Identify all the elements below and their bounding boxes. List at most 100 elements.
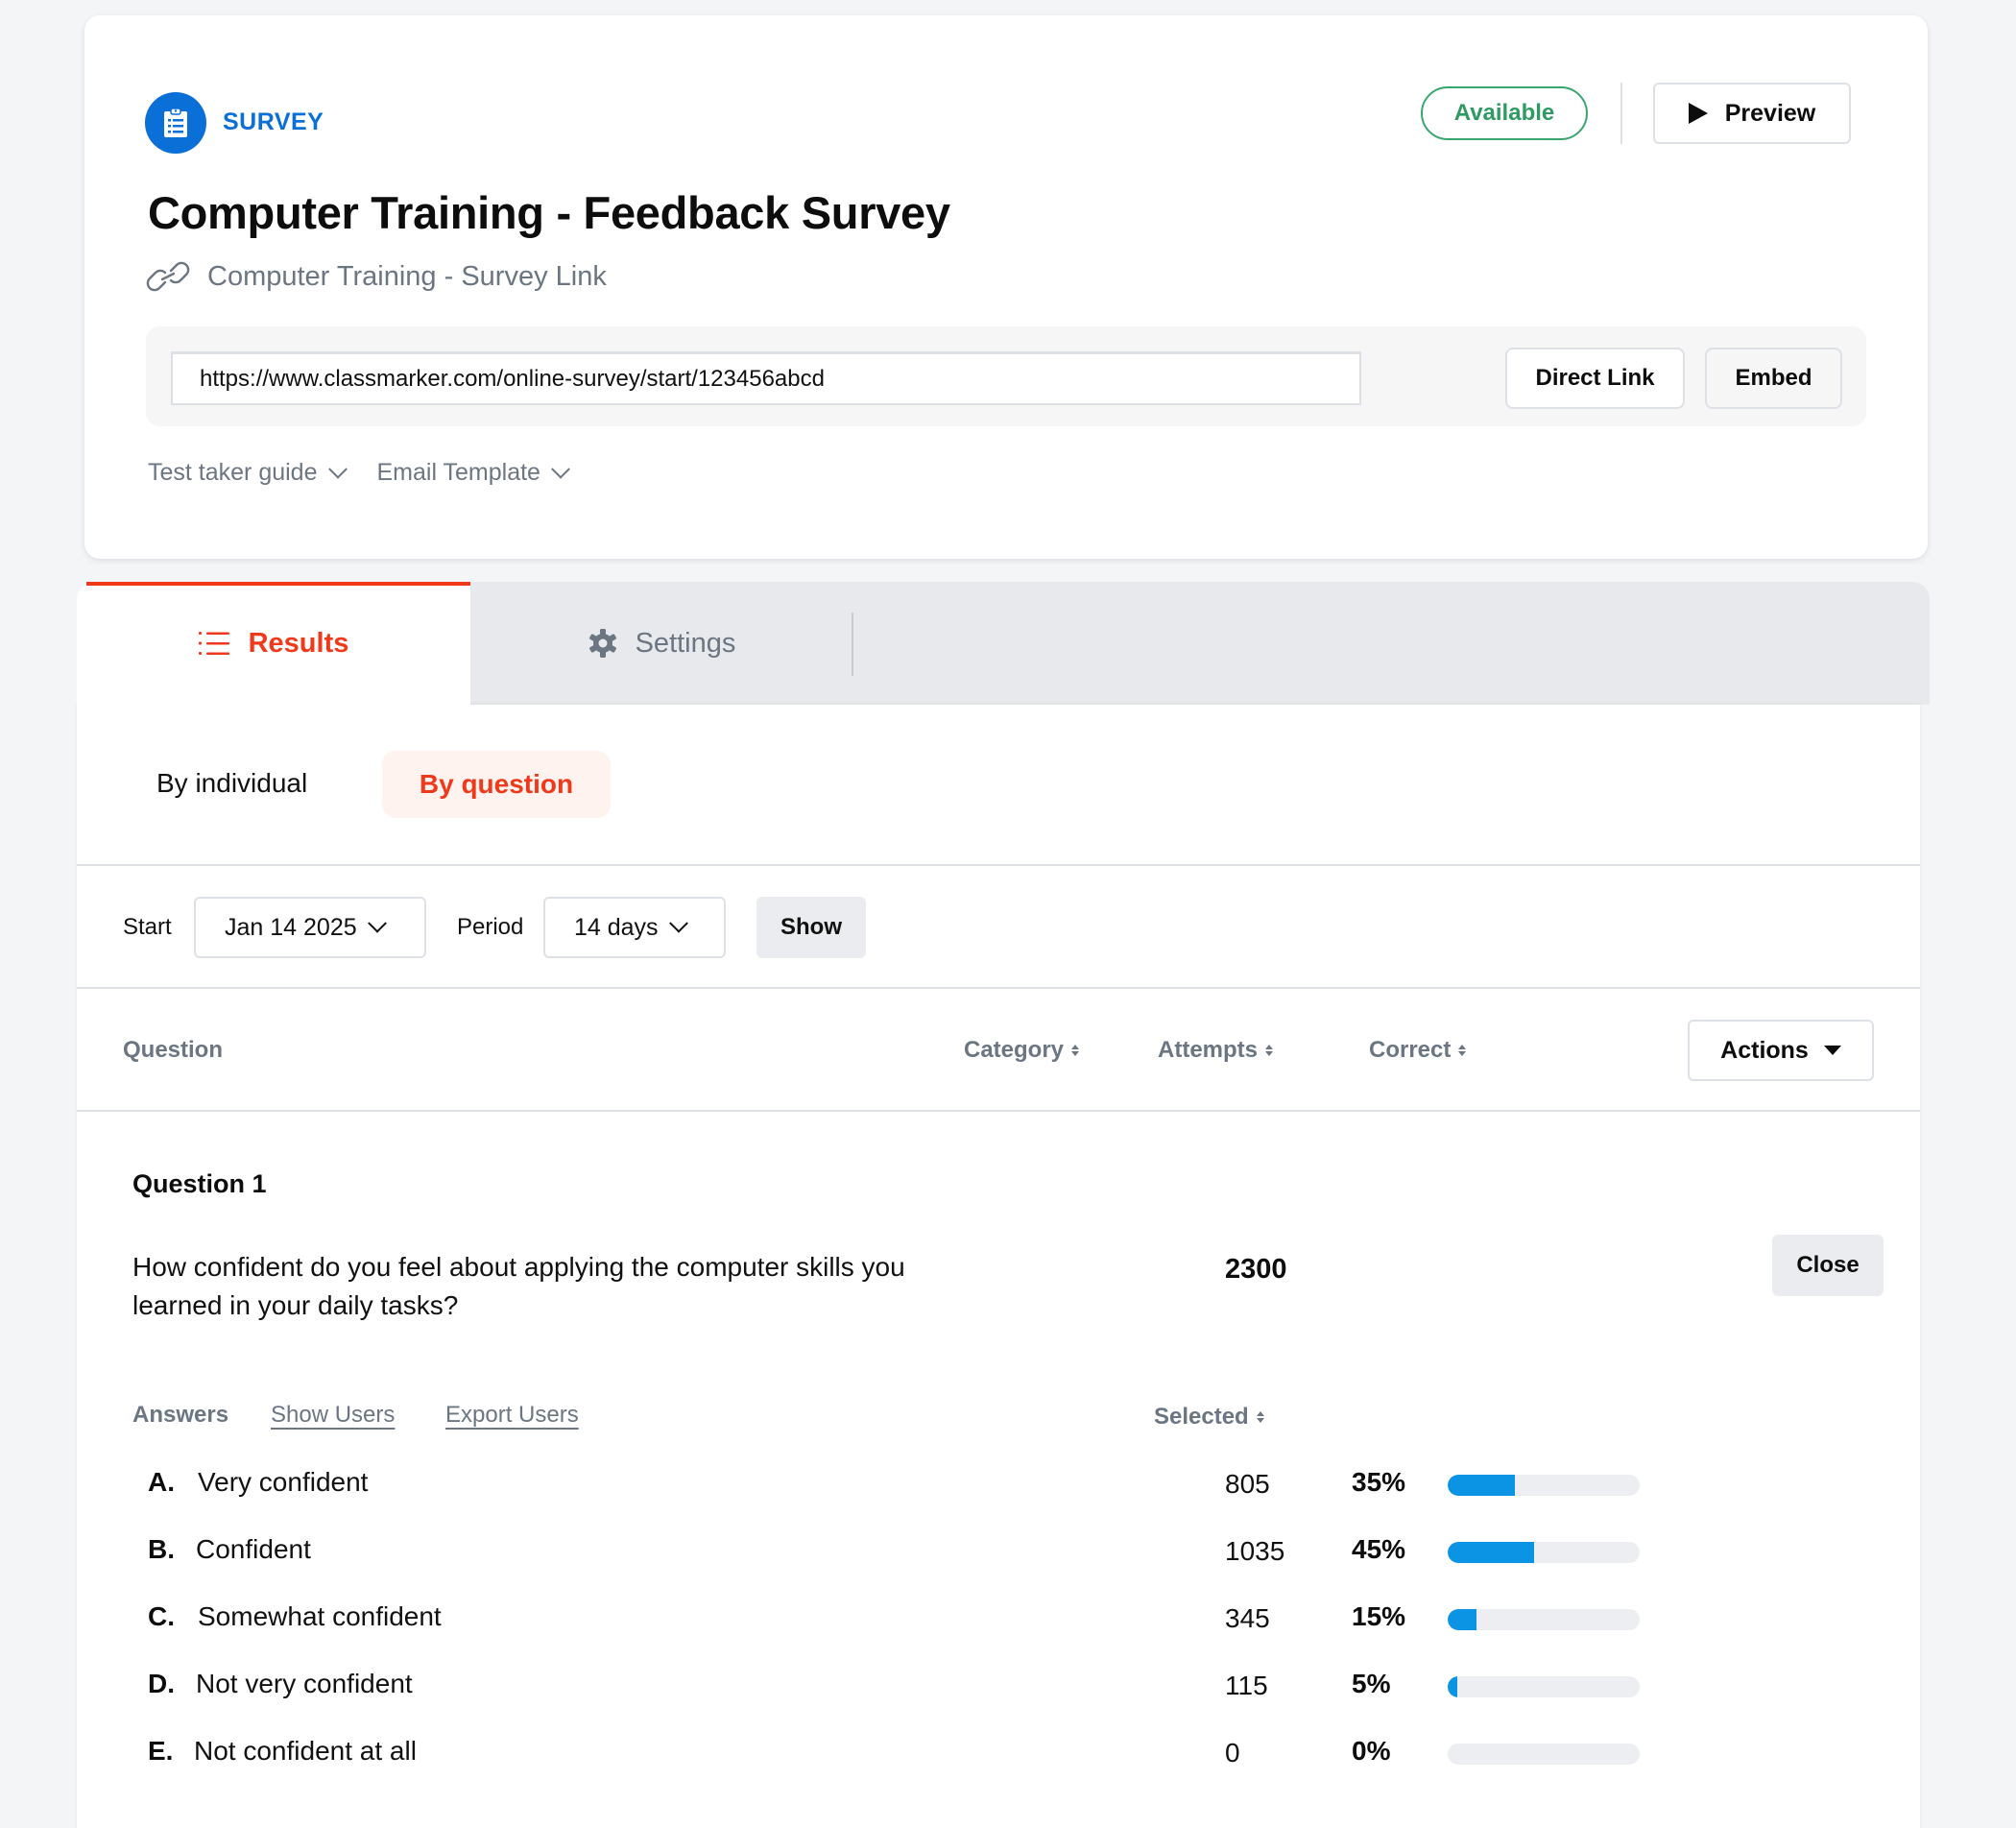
direct-link-button[interactable]: Direct Link xyxy=(1505,348,1685,409)
show-button[interactable]: Show xyxy=(756,897,866,958)
test-taker-guide-dropdown[interactable]: Test taker guide xyxy=(148,459,348,487)
sort-icon xyxy=(1071,1045,1080,1056)
page-title: Computer Training - Feedback Survey xyxy=(148,187,950,238)
answer-progress-bar xyxy=(1448,1609,1640,1630)
divider xyxy=(77,1110,1920,1112)
link-name-text: Computer Training - Survey Link xyxy=(207,260,607,292)
answer-text: Confident xyxy=(196,1534,311,1564)
export-users-link[interactable]: Export Users xyxy=(445,1402,579,1429)
test-taker-guide-label: Test taker guide xyxy=(148,459,318,486)
answer-letter: C. xyxy=(148,1601,175,1631)
active-tab-indicator xyxy=(86,582,470,586)
play-icon xyxy=(1688,103,1708,124)
answer-percent: 5% xyxy=(1352,1669,1391,1698)
tab-settings-label: Settings xyxy=(635,627,736,659)
link-options: Test taker guide Email Template xyxy=(148,459,570,487)
answer-letter: E. xyxy=(148,1736,174,1766)
answer-text: Somewhat confident xyxy=(198,1601,442,1631)
survey-link-name: Computer Training - Survey Link xyxy=(146,257,607,296)
start-date-dropdown[interactable]: Jan 14 2025 xyxy=(194,897,426,958)
show-users-link[interactable]: Show Users xyxy=(271,1402,395,1429)
answer-progress-bar xyxy=(1448,1475,1640,1496)
tab-results-label: Results xyxy=(248,627,349,659)
tab-results[interactable]: Results xyxy=(77,582,470,705)
answer-count: 0 xyxy=(1225,1738,1240,1768)
email-template-dropdown[interactable]: Email Template xyxy=(376,459,570,487)
content-type-label: SURVEY xyxy=(223,108,324,135)
answer-progress-fill xyxy=(1448,1475,1515,1496)
column-header-attempts-label: Attempts xyxy=(1158,1037,1259,1063)
answer-percent: 15% xyxy=(1352,1601,1406,1631)
answer-count: 345 xyxy=(1225,1603,1270,1633)
tab-settings[interactable]: Settings xyxy=(470,582,852,705)
answer-letter: A. xyxy=(148,1467,175,1497)
answer-row: D. Not very confident 115 5% xyxy=(0,1669,2016,1707)
list-icon xyxy=(198,632,229,655)
answer-text: Not very confident xyxy=(196,1669,413,1698)
preview-button[interactable]: Preview xyxy=(1653,83,1851,144)
sort-icon xyxy=(1256,1411,1264,1423)
subtab-by-question[interactable]: By question xyxy=(382,751,611,818)
answer-row: B. Confident 1035 45% xyxy=(0,1534,2016,1573)
column-header-attempts[interactable]: Attempts xyxy=(1158,1037,1274,1064)
answers-label: Answers xyxy=(132,1402,229,1428)
column-header-category-label: Category xyxy=(964,1037,1065,1063)
tab-divider xyxy=(852,613,853,676)
chevron-down-icon xyxy=(668,913,688,933)
answer-percent: 45% xyxy=(1352,1534,1406,1564)
start-label: Start xyxy=(123,914,172,940)
preview-label: Preview xyxy=(1724,99,1816,127)
answer-percent: 35% xyxy=(1352,1467,1406,1497)
chevron-down-icon xyxy=(327,459,348,479)
answer-count: 115 xyxy=(1225,1671,1268,1700)
column-header-selected[interactable]: Selected xyxy=(1154,1404,1264,1431)
link-icon xyxy=(146,261,190,292)
answer-percent: 0% xyxy=(1352,1736,1391,1766)
column-header-correct[interactable]: Correct xyxy=(1369,1037,1467,1064)
actions-label: Actions xyxy=(1720,1036,1809,1064)
sort-icon xyxy=(1265,1045,1274,1056)
period-label: Period xyxy=(457,914,524,940)
answer-progress-bar xyxy=(1448,1542,1640,1563)
answer-progress-bar xyxy=(1448,1744,1640,1765)
answer-row: E. Not confident at all 0 0% xyxy=(0,1736,2016,1774)
subtab-by-individual[interactable]: By individual xyxy=(156,768,307,799)
sort-icon xyxy=(1458,1045,1467,1056)
clipboard-list-icon xyxy=(145,92,206,154)
answer-count: 805 xyxy=(1225,1469,1270,1499)
column-header-category[interactable]: Category xyxy=(964,1037,1080,1064)
column-header-correct-label: Correct xyxy=(1369,1037,1452,1063)
answer-row: C. Somewhat confident 345 15% xyxy=(0,1601,2016,1640)
answer-text: Very confident xyxy=(198,1467,369,1497)
caret-down-icon xyxy=(1823,1046,1841,1055)
divider xyxy=(77,987,1920,989)
answer-progress-fill xyxy=(1448,1609,1476,1630)
gear-icon xyxy=(588,629,616,658)
chevron-down-icon xyxy=(367,913,387,933)
column-header-question: Question xyxy=(123,1037,223,1064)
survey-url-input[interactable] xyxy=(171,351,1361,405)
answer-count: 1035 xyxy=(1225,1536,1285,1566)
selected-label: Selected xyxy=(1154,1404,1249,1430)
period-dropdown[interactable]: 14 days xyxy=(543,897,726,958)
answer-row: A. Very confident 805 35% xyxy=(0,1467,2016,1505)
embed-button[interactable]: Embed xyxy=(1705,348,1842,409)
answer-letter: D. xyxy=(148,1669,175,1698)
question-text: How confident do you feel about applying… xyxy=(132,1252,905,1320)
actions-button[interactable]: Actions xyxy=(1688,1020,1874,1081)
period-value: 14 days xyxy=(574,913,659,941)
email-template-label: Email Template xyxy=(376,459,540,486)
answer-letter: B. xyxy=(148,1534,175,1564)
status-badge: Available xyxy=(1421,86,1588,140)
question-title: Question 1 xyxy=(132,1169,267,1198)
answer-progress-fill xyxy=(1448,1676,1457,1697)
close-button[interactable]: Close xyxy=(1772,1235,1884,1296)
question-total-responses: 2300 xyxy=(1225,1254,1287,1285)
answer-text: Not confident at all xyxy=(194,1736,417,1766)
answer-progress-fill xyxy=(1448,1542,1534,1563)
chevron-down-icon xyxy=(551,459,570,479)
divider xyxy=(77,864,1920,866)
answer-progress-bar xyxy=(1448,1676,1640,1697)
header-divider xyxy=(1620,83,1622,144)
start-date-value: Jan 14 2025 xyxy=(225,913,357,941)
